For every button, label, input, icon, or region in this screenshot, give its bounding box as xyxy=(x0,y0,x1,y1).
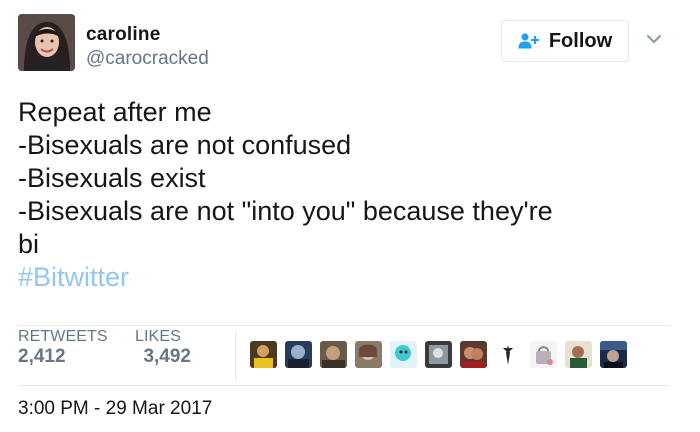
hashtag-link[interactable]: #Bitwitter xyxy=(18,261,678,294)
retweets-label: RETWEETS xyxy=(18,328,108,345)
tweet-line: -Bisexuals exist xyxy=(18,163,206,193)
liker-avatar[interactable] xyxy=(355,340,382,368)
liker-avatars xyxy=(250,340,627,368)
follow-button[interactable]: Follow xyxy=(501,20,629,62)
stats-separator xyxy=(235,332,236,380)
tweet-timestamp[interactable]: 3:00 PM - 29 Mar 2017 xyxy=(18,398,212,420)
tweet-line: bi xyxy=(18,229,40,259)
liker-avatar[interactable] xyxy=(530,340,557,368)
liker-avatar[interactable] xyxy=(390,340,417,368)
divider-top xyxy=(18,325,670,326)
likes-stat[interactable]: LIKES 3,492 xyxy=(135,328,191,368)
likes-count: 3,492 xyxy=(143,346,191,367)
divider-bottom xyxy=(18,385,670,386)
chevron-down-icon[interactable] xyxy=(643,28,665,50)
liker-avatar[interactable] xyxy=(460,340,487,368)
liker-avatar[interactable] xyxy=(320,340,347,368)
liker-avatar[interactable] xyxy=(565,340,592,368)
follow-label: Follow xyxy=(548,29,613,52)
retweets-stat[interactable]: RETWEETS 2,412 xyxy=(18,328,108,368)
liker-avatar[interactable] xyxy=(600,340,627,368)
tweet-stats: RETWEETS 2,412 LIKES 3,492 xyxy=(18,328,670,382)
author-name[interactable]: caroline xyxy=(86,24,160,46)
tweet-header: caroline @carocracked Follow xyxy=(18,14,678,74)
avatar[interactable] xyxy=(18,14,75,71)
liker-avatar[interactable] xyxy=(495,340,522,368)
liker-avatar[interactable] xyxy=(425,340,452,368)
retweets-count: 2,412 xyxy=(18,346,66,367)
liker-avatar[interactable] xyxy=(285,340,312,368)
liker-avatar[interactable] xyxy=(250,340,277,368)
likes-label: LIKES xyxy=(135,328,181,345)
author-handle[interactable]: @carocracked xyxy=(86,48,209,70)
tweet-line: -Bisexuals are not "into you" because th… xyxy=(18,196,553,226)
tweet-card: caroline @carocracked Follow Repeat afte… xyxy=(0,0,700,432)
tweet-line: Repeat after me xyxy=(18,97,212,127)
add-user-icon xyxy=(518,33,540,49)
tweet-text: Repeat after me -Bisexuals are not confu… xyxy=(18,96,678,294)
tweet-line: -Bisexuals are not confused xyxy=(18,130,352,160)
